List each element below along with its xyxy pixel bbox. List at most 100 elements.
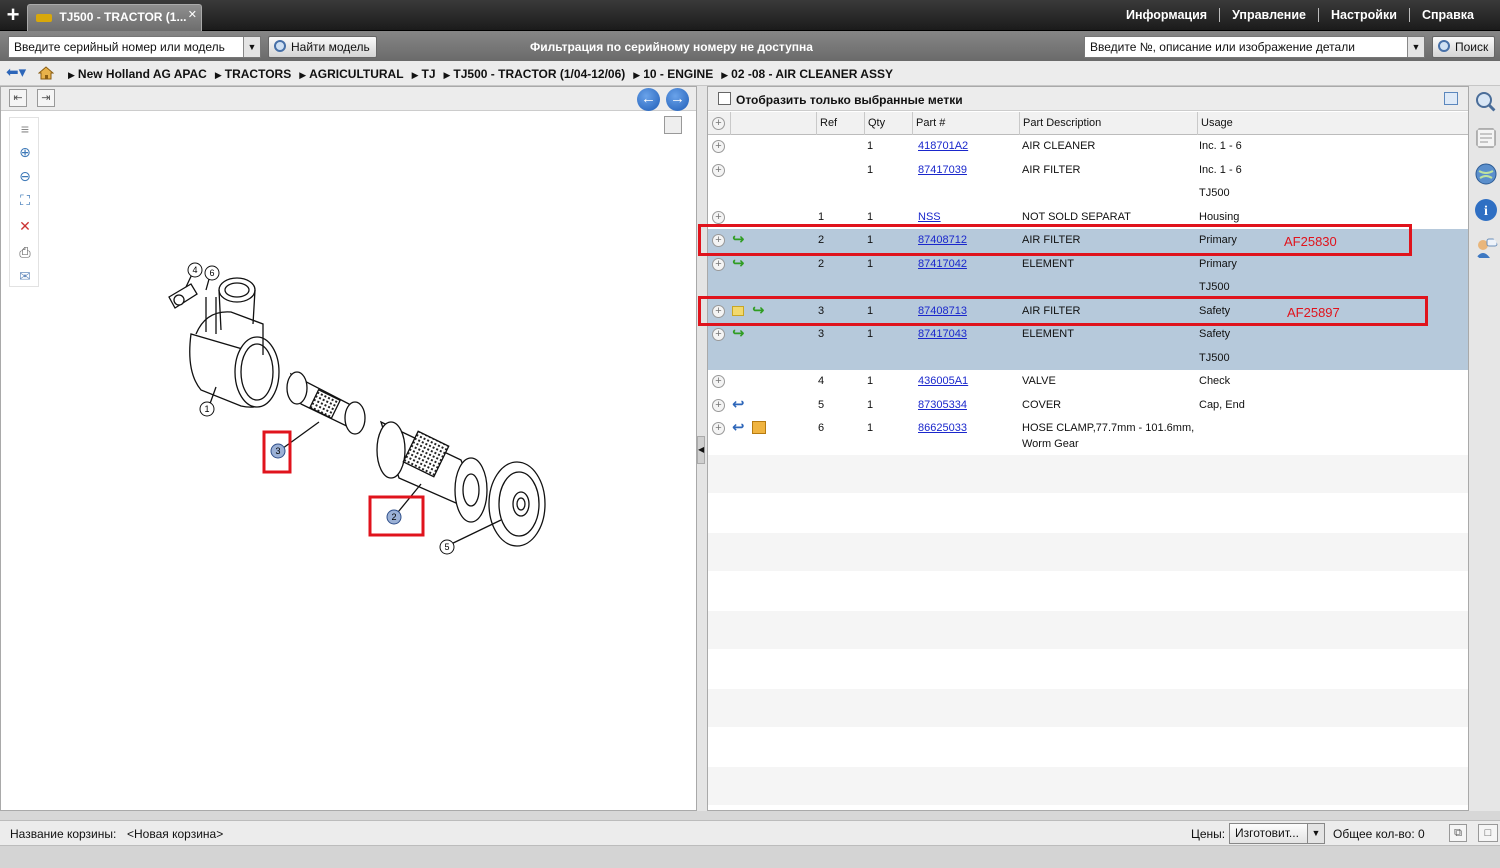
- table-row[interactable]: +4 1 436005A1 VALVE Check: [708, 370, 1468, 394]
- breadcrumb-item[interactable]: TJ: [412, 67, 435, 81]
- table-row[interactable]: TJ500: [708, 346, 1468, 370]
- top-menu: Информация Управление Настройки Справка: [1114, 8, 1486, 22]
- table-row[interactable]: +1 418701A2 AIR CLEANER Inc. 1 - 6: [708, 135, 1468, 159]
- col-part-number[interactable]: Part #: [912, 112, 1019, 135]
- add-to-cart-icon[interactable]: +: [712, 328, 725, 341]
- breadcrumb-item[interactable]: 02 -08 - AIR CLEANER ASSY: [721, 67, 893, 81]
- menu-management[interactable]: Управление: [1219, 8, 1318, 22]
- callout-2[interactable]: 2: [386, 509, 402, 525]
- only-selected-checkbox[interactable]: [718, 92, 731, 105]
- table-row[interactable]: + ↩ 5 1 87305334 COVER Cap, End: [708, 393, 1468, 417]
- grid-view-icon[interactable]: [1444, 92, 1458, 105]
- part-number-link[interactable]: 436005A1: [918, 375, 968, 387]
- chevron-down-icon[interactable]: ▼: [243, 37, 260, 57]
- new-tab-plus-icon[interactable]: +: [0, 0, 26, 31]
- cart-name-value[interactable]: <Новая корзина>: [127, 827, 223, 841]
- breadcrumb-item[interactable]: 10 - ENGINE: [633, 67, 713, 81]
- part-number-cell[interactable]: 87417039: [918, 159, 967, 182]
- empty-row: [708, 571, 1468, 610]
- return-arrow-icon[interactable]: ↩: [732, 397, 748, 412]
- home-icon[interactable]: [38, 66, 54, 80]
- add-to-cart-icon[interactable]: +: [712, 257, 725, 271]
- part-number-link[interactable]: 87417039: [918, 164, 967, 176]
- part-number-cell[interactable]: 86625033: [918, 417, 967, 440]
- filter-status-message: Фильтрация по серийному номеру не доступ…: [530, 40, 813, 54]
- part-number-cell[interactable]: 87305334: [918, 394, 967, 417]
- table-row[interactable]: TJ500: [708, 182, 1468, 206]
- user-chat-icon[interactable]: [1474, 236, 1498, 260]
- empty-row: [708, 766, 1468, 805]
- callout-6[interactable]: 6: [204, 265, 220, 281]
- add-to-cart-icon[interactable]: +: [712, 422, 725, 435]
- breadcrumb-item[interactable]: AGRICULTURAL: [299, 67, 403, 81]
- part-number-link[interactable]: 87417043: [918, 328, 967, 340]
- add-to-cart-icon[interactable]: +: [712, 140, 725, 153]
- globe-icon[interactable]: [1474, 162, 1498, 186]
- close-icon[interactable]: ✕: [188, 3, 197, 28]
- package-icon[interactable]: [752, 421, 766, 434]
- side-toolbar: i: [1469, 86, 1500, 811]
- breadcrumb-item[interactable]: TJ500 - TRACTOR (1/04-12/06): [444, 67, 625, 81]
- add-all-icon[interactable]: +: [712, 117, 725, 130]
- callout-4[interactable]: 4: [187, 262, 203, 278]
- add-to-cart-icon[interactable]: +: [712, 163, 725, 177]
- part-number-link[interactable]: 87417042: [918, 258, 967, 270]
- info-icon[interactable]: i: [1474, 198, 1498, 222]
- col-part-description[interactable]: Part Description: [1019, 112, 1197, 135]
- price-select[interactable]: Изготовит... ▼: [1229, 823, 1325, 844]
- previous-arrow-icon[interactable]: ←: [637, 88, 660, 111]
- part-number-link[interactable]: 87305334: [918, 399, 967, 411]
- collapse-left-icon[interactable]: ⇤: [9, 89, 27, 107]
- description-cell: AIR FILTER: [1022, 163, 1081, 176]
- next-arrow-icon[interactable]: →: [666, 88, 689, 111]
- pane-splitter[interactable]: ◀: [697, 86, 707, 811]
- chevron-down-icon[interactable]: ▼: [1307, 824, 1324, 843]
- col-usage[interactable]: Usage: [1197, 112, 1468, 135]
- table-row[interactable]: + ↪ 2 1 87417042 ELEMENT Primary: [708, 252, 1468, 276]
- exploded-parts-diagram[interactable]: 1 2 3 4 5 6: [1, 112, 696, 802]
- table-row[interactable]: + ↪ 3 1 87417043 ELEMENT Safety: [708, 323, 1468, 347]
- add-to-cart-icon[interactable]: +: [712, 398, 725, 412]
- breadcrumb-item[interactable]: New Holland AG APAC: [68, 67, 207, 81]
- expand-right-icon[interactable]: ⇥: [37, 89, 55, 107]
- restore-window-icon[interactable]: ⧉: [1449, 824, 1467, 842]
- menu-info[interactable]: Информация: [1114, 8, 1219, 22]
- document-icon[interactable]: [1474, 126, 1498, 150]
- back-arrow-icon[interactable]: ⬅▾: [6, 65, 26, 80]
- part-number-link[interactable]: 418701A2: [918, 140, 968, 152]
- part-number-cell[interactable]: 418701A2: [918, 135, 968, 158]
- empty-row: [708, 688, 1468, 727]
- callout-5[interactable]: 5: [439, 539, 455, 555]
- serial-model-input[interactable]: Введите серийный номер или модель ▼: [8, 36, 261, 58]
- menu-settings[interactable]: Настройки: [1317, 8, 1409, 22]
- empty-row: [708, 493, 1468, 532]
- callout-3[interactable]: 3: [270, 443, 286, 459]
- part-number-cell[interactable]: 87417043: [918, 323, 967, 346]
- col-qty[interactable]: Qty: [864, 112, 912, 135]
- col-ref[interactable]: Ref: [816, 112, 864, 135]
- part-number-link[interactable]: NSS: [918, 211, 941, 223]
- maximize-icon[interactable]: □: [1478, 824, 1498, 842]
- breadcrumb: ⬅▾ New Holland AG APAC TRACTORS AGRICULT…: [0, 61, 1500, 86]
- part-number-link[interactable]: 86625033: [918, 422, 967, 434]
- callout-1[interactable]: 1: [199, 401, 215, 417]
- add-to-cart-icon[interactable]: +: [712, 375, 725, 388]
- search-button[interactable]: Поиск: [1432, 36, 1496, 58]
- cart-name-label: Название корзины:: [10, 827, 117, 841]
- menu-help[interactable]: Справка: [1408, 8, 1486, 22]
- breadcrumb-item[interactable]: TRACTORS: [215, 67, 291, 81]
- add-to-cart-icon[interactable]: +: [712, 210, 725, 224]
- chevron-down-icon[interactable]: ▼: [1407, 37, 1424, 57]
- search-icon[interactable]: [1474, 90, 1498, 114]
- tab-tj500-tractor[interactable]: TJ500 - TRACTOR (1... ✕: [27, 4, 202, 31]
- find-model-button[interactable]: Найти модель: [268, 36, 377, 58]
- part-number-cell[interactable]: 436005A1: [918, 370, 968, 393]
- replacement-arrow-icon[interactable]: ↪: [732, 256, 748, 271]
- return-arrow-icon[interactable]: ↩: [732, 420, 748, 435]
- collapse-handle-icon[interactable]: ◀: [697, 436, 705, 464]
- part-search-input[interactable]: Введите №, описание или изображение дета…: [1084, 36, 1425, 58]
- replacement-arrow-icon[interactable]: ↪: [732, 326, 748, 341]
- callout-label: 2: [391, 512, 396, 522]
- table-row[interactable]: + ↩ 6 1 86625033 HOSE CLAMP,77.7mm - 101.6mm,…: [708, 417, 1468, 454]
- table-row[interactable]: +1 87417039 AIR FILTER Inc. 1 - 6: [708, 158, 1468, 182]
